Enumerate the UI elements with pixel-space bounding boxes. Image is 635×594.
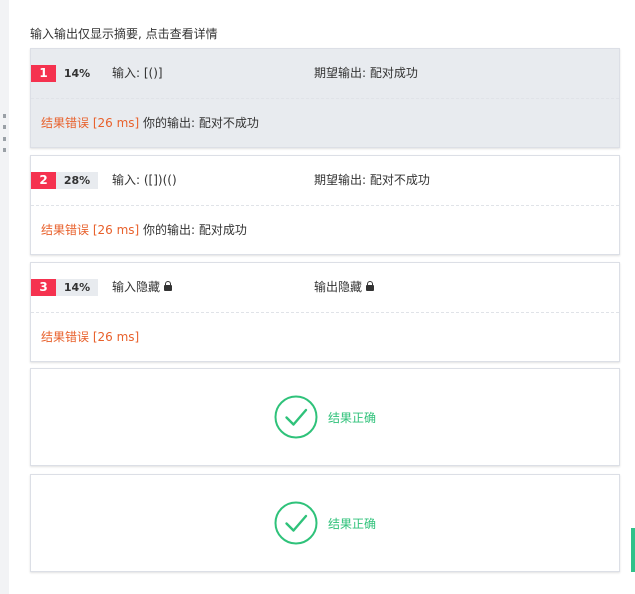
case-expected-output: 期望输出: 配对不成功 <box>314 173 430 187</box>
case-expected-output: 期望输出: 配对成功 <box>314 66 418 80</box>
left-rail <box>0 0 9 594</box>
result-correct-label: 结果正确 <box>327 516 376 531</box>
case-output-hidden: 输出隐藏 <box>314 279 375 296</box>
case-result: 结果错误 [26 ms] 你的输出: 配对成功 <box>31 206 619 254</box>
result-line: 结果错误 [26 ms] 你的输出: 配对成功 <box>41 222 247 239</box>
result-status: 结果错误 [26 ms] <box>41 223 140 237</box>
test-case-4[interactable]: 结果正确 <box>30 368 620 466</box>
lock-icon <box>164 281 173 291</box>
case-header: 3 14% 输入隐藏 输出隐藏 <box>31 263 619 313</box>
check-circle-icon <box>274 501 318 545</box>
resize-handle[interactable] <box>1 114 7 152</box>
actual-output: 你的输出: 配对成功 <box>143 223 247 237</box>
case-weight-badge: 14% <box>63 67 91 80</box>
test-case-1[interactable]: 1 14% 输入: [()] 期望输出: 配对成功 结果错误 [26 ms] 你… <box>30 48 620 148</box>
case-number-badge: 2 <box>31 172 56 189</box>
result-correct-label: 结果正确 <box>327 410 376 425</box>
case-number-badge: 3 <box>31 279 56 296</box>
lock-icon <box>366 281 375 291</box>
case-result: 结果错误 [26 ms] 你的输出: 配对不成功 <box>31 99 619 147</box>
result-status: 结果错误 [26 ms] <box>41 116 140 130</box>
case-weight-badge: 28% <box>56 172 98 189</box>
case-result: 结果错误 [26 ms] <box>31 313 619 361</box>
handle-dot <box>2 136 6 141</box>
hidden-input-label: 输入隐藏 <box>112 280 161 294</box>
test-case-3[interactable]: 3 14% 输入隐藏 输出隐藏 结果错误 [26 ms] <box>30 262 620 362</box>
actual-output: 你的输出: 配对不成功 <box>143 116 259 130</box>
handle-dot <box>2 125 6 130</box>
test-case-2[interactable]: 2 28% 输入: ([])(() 期望输出: 配对不成功 结果错误 [26 m… <box>30 155 620 255</box>
success-content: 结果正确 <box>31 369 619 465</box>
handle-dot <box>2 147 6 152</box>
test-case-5[interactable]: 结果正确 <box>30 474 620 572</box>
case-input-hidden: 输入隐藏 <box>112 279 173 296</box>
handle-dot <box>2 114 6 118</box>
case-number-badge: 1 <box>31 65 56 82</box>
case-weight-badge: 14% <box>56 279 98 296</box>
summary-hint: 输入输出仅显示摘要, 点击查看详情 <box>30 27 218 41</box>
result-line: 结果错误 [26 ms] 你的输出: 配对不成功 <box>41 115 259 132</box>
case-header: 2 28% 输入: ([])(() 期望输出: 配对不成功 <box>31 156 619 206</box>
hidden-output-label: 输出隐藏 <box>314 280 363 294</box>
result-status: 结果错误 [26 ms] <box>41 330 140 344</box>
check-circle-icon <box>274 395 318 439</box>
case-input: 输入: ([])(() <box>112 173 177 187</box>
success-content: 结果正确 <box>31 475 619 571</box>
case-header: 1 14% 输入: [()] 期望输出: 配对成功 <box>31 49 619 99</box>
side-panel-tab[interactable] <box>631 528 635 572</box>
case-input: 输入: [()] <box>112 66 163 80</box>
result-line: 结果错误 [26 ms] <box>41 329 139 346</box>
